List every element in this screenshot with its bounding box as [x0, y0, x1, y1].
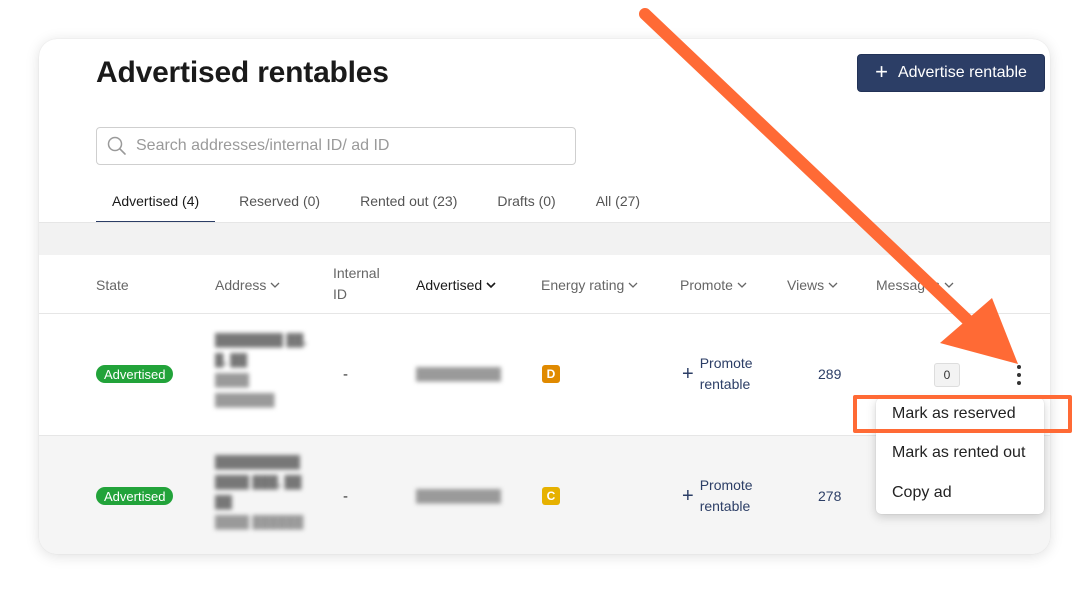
- tab-bar: Advertised (4) Reserved (0) Rented out (…: [96, 185, 664, 223]
- column-views-label: Views: [787, 277, 825, 293]
- menu-item-mark-as-rented-out[interactable]: Mark as rented out: [892, 444, 1025, 462]
- column-promote-label: Promote: [680, 277, 733, 293]
- internal-id-value: -: [343, 488, 348, 505]
- address-redacted: ████████ ██, █, ██ ████ ███████: [215, 333, 307, 407]
- filter-band: [39, 223, 1050, 255]
- energy-rating-badge: D: [542, 365, 560, 383]
- tab-drafts[interactable]: Drafts (0): [481, 185, 571, 223]
- chevron-down-icon: [828, 282, 838, 288]
- page-title: Advertised rentables: [96, 56, 389, 89]
- energy-rating-badge: C: [542, 487, 560, 505]
- status-badge: Advertised: [96, 487, 174, 505]
- status-badge: Advertised: [96, 365, 174, 383]
- tab-all[interactable]: All (27): [580, 185, 656, 223]
- promote-line1: Promote: [699, 477, 753, 493]
- promote-line2: rentable: [699, 498, 751, 514]
- plus-icon: +: [682, 484, 694, 507]
- chevron-down-icon: [944, 282, 954, 288]
- search-input[interactable]: [136, 137, 556, 155]
- menu-item-copy-ad[interactable]: Copy ad: [892, 484, 952, 502]
- plus-icon: +: [875, 59, 888, 84]
- chevron-down-icon: [737, 282, 747, 288]
- column-address[interactable]: Address: [215, 277, 280, 293]
- column-internal-id-line1: Internal: [333, 265, 380, 281]
- views-count[interactable]: 278: [818, 488, 841, 504]
- column-promote[interactable]: Promote: [680, 277, 747, 293]
- column-advertised-label: Advertised: [416, 277, 483, 293]
- advertised-date-redacted: ██████████: [416, 489, 502, 503]
- menu-item-mark-as-reserved[interactable]: Mark as reserved: [892, 405, 1016, 423]
- column-internal-id-line2: ID: [333, 286, 347, 302]
- promote-line1: Promote: [699, 355, 753, 371]
- search-icon: [107, 136, 126, 155]
- column-internal-id: Internal ID: [333, 263, 380, 305]
- column-address-label: Address: [215, 277, 267, 293]
- column-energy-rating[interactable]: Energy rating: [541, 277, 638, 293]
- chevron-down-icon: [486, 282, 496, 289]
- address-redacted: ██████████ ████ ███, ██ ██ ████ ██████: [215, 455, 304, 529]
- promote-rentable-link[interactable]: + Promote rentable: [682, 353, 753, 395]
- plus-icon: +: [682, 362, 694, 385]
- table-header: State Address Internal ID Advertised Ene…: [39, 255, 1050, 314]
- tab-advertised[interactable]: Advertised (4): [96, 185, 216, 223]
- more-options-icon[interactable]: [1011, 363, 1027, 387]
- advertise-rentable-label: Advertise rentable: [897, 64, 1027, 81]
- promote-rentable-link[interactable]: + Promote rentable: [682, 475, 753, 517]
- column-views[interactable]: Views: [787, 277, 838, 293]
- promote-line2: rentable: [699, 376, 751, 392]
- column-energy-rating-label: Energy rating: [541, 277, 625, 293]
- chevron-down-icon: [270, 282, 280, 288]
- column-messages-label: Messages: [876, 277, 940, 293]
- advertise-rentable-button[interactable]: + Advertise rentable: [857, 54, 1045, 92]
- column-messages[interactable]: Messages: [876, 277, 954, 293]
- column-advertised[interactable]: Advertised: [416, 277, 496, 293]
- column-state-label: State: [96, 277, 129, 293]
- views-count[interactable]: 289: [818, 366, 841, 382]
- messages-count[interactable]: 0: [934, 363, 960, 387]
- search-box[interactable]: [96, 127, 576, 165]
- tab-rented-out[interactable]: Rented out (23): [344, 185, 473, 223]
- row-actions-menu: Mark as reserved Mark as rented out Copy…: [876, 398, 1044, 514]
- column-state: State: [96, 277, 129, 293]
- tab-reserved[interactable]: Reserved (0): [223, 185, 336, 223]
- chevron-down-icon: [628, 282, 638, 288]
- advertised-date-redacted: ██████████: [416, 367, 502, 381]
- internal-id-value: -: [343, 366, 348, 383]
